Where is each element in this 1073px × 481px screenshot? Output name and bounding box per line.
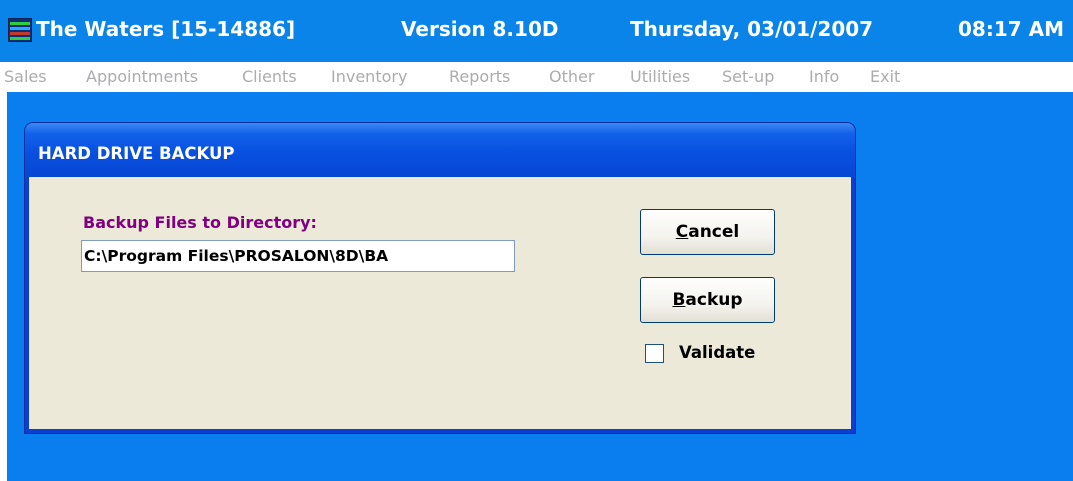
backup-button[interactable]: Backup	[640, 277, 775, 323]
menu-info[interactable]: Info	[809, 65, 839, 89]
cancel-mnemonic: C	[675, 222, 689, 242]
dialog-title: HARD DRIVE BACKUP	[38, 144, 235, 163]
cancel-button[interactable]: Cancel	[640, 209, 775, 255]
validate-checkbox[interactable]	[645, 344, 664, 363]
app-logo-icon	[8, 18, 32, 42]
menu-other[interactable]: Other	[549, 65, 594, 89]
title-bar: The Waters [15-14886] Version 8.10D Thur…	[0, 0, 1073, 62]
directory-label: Backup Files to Directory:	[83, 213, 317, 232]
menu-reports[interactable]: Reports	[449, 65, 510, 89]
application-window: The Waters [15-14886] Version 8.10D Thur…	[0, 0, 1073, 481]
menu-sales[interactable]: Sales	[4, 65, 47, 89]
menu-clients[interactable]: Clients	[242, 65, 297, 89]
menu-appointments[interactable]: Appointments	[86, 65, 198, 89]
time-label: 08:17 AM	[958, 17, 1065, 41]
backup-mnemonic: B	[672, 290, 686, 310]
menu-exit[interactable]: Exit	[870, 65, 900, 89]
backup-label-rest: ackup	[685, 290, 743, 310]
dialog-body: Backup Files to Directory: Cancel Backup…	[29, 177, 851, 429]
directory-input[interactable]	[81, 240, 515, 272]
version-label: Version 8.10D	[401, 17, 559, 41]
date-label: Thursday, 03/01/2007	[630, 17, 874, 41]
menu-inventory[interactable]: Inventory	[331, 65, 407, 89]
menu-utilities[interactable]: Utilities	[630, 65, 690, 89]
menu-bar: Sales Appointments Clients Inventory Rep…	[0, 62, 1073, 92]
dialog-title-bar[interactable]: HARD DRIVE BACKUP	[25, 123, 855, 177]
validate-label[interactable]: Validate	[679, 342, 755, 364]
menu-setup[interactable]: Set-up	[722, 65, 774, 89]
app-title: The Waters [15-14886]	[36, 17, 296, 41]
cancel-label-rest: ancel	[688, 222, 740, 242]
backup-dialog: HARD DRIVE BACKUP Backup Files to Direct…	[25, 123, 855, 433]
